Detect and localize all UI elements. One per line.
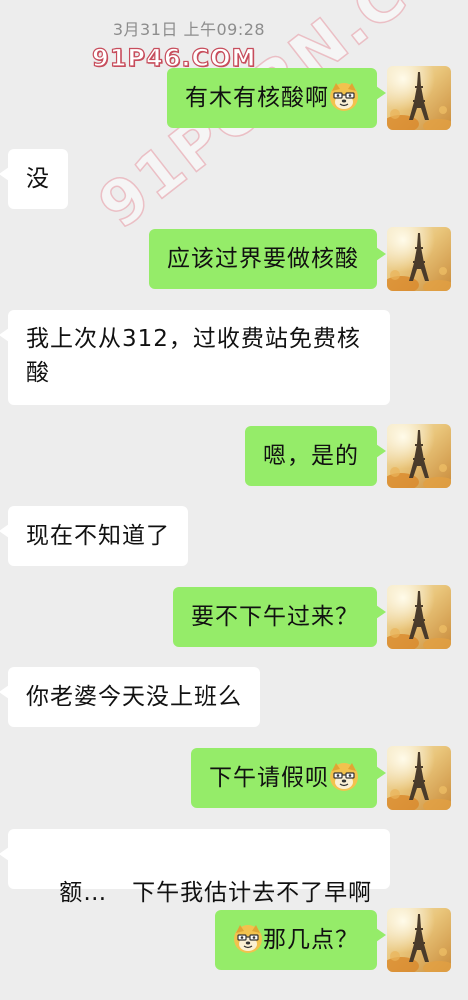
doge-emoji-icon <box>329 81 359 112</box>
received-bubble[interactable]: 你老婆今天没上班么 <box>0 667 260 727</box>
eiffel-tower-avatar-icon <box>387 908 451 972</box>
message-text: 现在不知道了 <box>26 523 170 549</box>
sent-bubble[interactable]: 应该过界要做核酸 <box>149 229 386 289</box>
message-text: 有木有核酸啊 <box>185 85 329 111</box>
eiffel-tower-avatar-icon <box>387 585 451 649</box>
message-text: 你老婆今天没上班么 <box>26 684 242 710</box>
sent-bubble[interactable]: 那几点？ <box>215 910 386 970</box>
doge-emoji-icon <box>233 923 263 954</box>
message-text: 嗯，是的 <box>263 443 359 469</box>
sent-bubble[interactable]: 有木有核酸啊 <box>167 68 386 128</box>
received-bubble[interactable]: 现在不知道了 <box>0 506 188 566</box>
received-bubble[interactable]: 额… 下午我估计去不了早啊 <box>0 829 391 906</box>
message-text: 没 <box>26 166 50 192</box>
message-text: 下午请假呗 <box>209 765 329 791</box>
received-bubble[interactable]: 我上次从312，过收费站免费核 酸 <box>0 310 390 405</box>
user-avatar[interactable] <box>387 908 451 972</box>
message-text: 要不下午过来？ <box>191 604 359 630</box>
eiffel-tower-avatar-icon <box>387 227 451 291</box>
eiffel-tower-avatar-icon <box>387 66 451 130</box>
doge-emoji-icon <box>329 761 359 792</box>
chat-timestamp: 3月31日 上午09:28 <box>112 20 266 39</box>
user-avatar[interactable] <box>387 585 451 649</box>
sent-bubble[interactable]: 要不下午过来？ <box>173 587 386 647</box>
message-text: 额… 下午我估计去不了早啊 <box>59 880 373 906</box>
message-text-line: 酸 <box>26 360 50 386</box>
eiffel-tower-avatar-icon <box>387 746 451 810</box>
sent-bubble[interactable]: 下午请假呗 <box>191 748 386 808</box>
user-avatar[interactable] <box>387 424 451 488</box>
eiffel-tower-avatar-icon <box>387 424 451 488</box>
user-avatar[interactable] <box>387 66 451 130</box>
message-text: 应该过界要做核酸 <box>167 246 359 272</box>
sent-bubble[interactable]: 嗯，是的 <box>245 426 386 486</box>
user-avatar[interactable] <box>387 746 451 810</box>
message-text-line: 我上次从312，过收费站免费核 <box>26 326 361 352</box>
received-bubble[interactable]: 没 <box>0 149 68 209</box>
user-avatar[interactable] <box>387 227 451 291</box>
message-text: 那几点？ <box>263 927 359 953</box>
